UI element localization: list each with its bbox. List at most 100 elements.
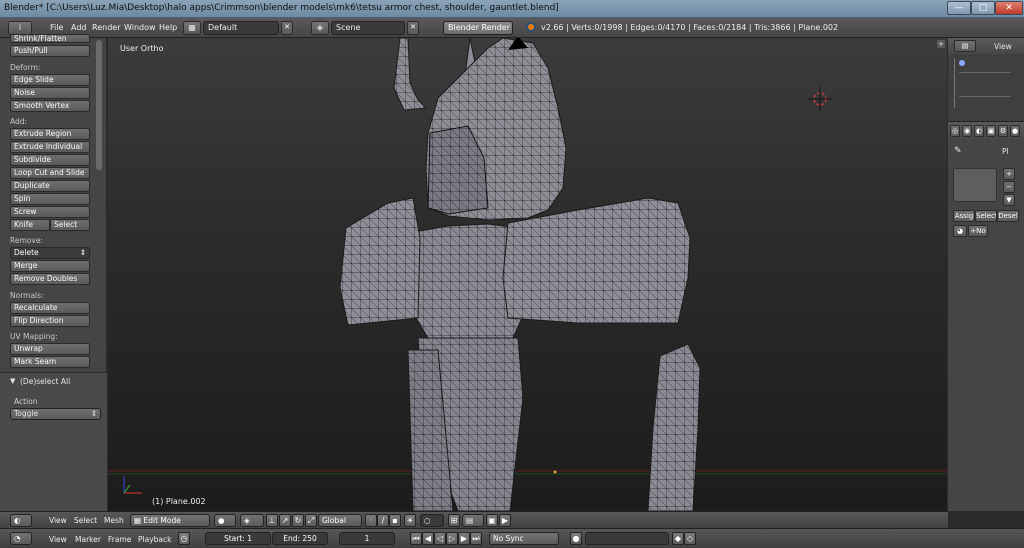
new-material-button[interactable]: +No (968, 225, 988, 237)
tool-shelf-scrollbar[interactable] (96, 40, 102, 170)
edge-select-icon[interactable]: / (377, 514, 389, 527)
action-select[interactable]: Toggle ⇕ (10, 408, 101, 420)
mesh-menu[interactable]: Mesh (104, 516, 124, 525)
menu-add[interactable]: Add (71, 23, 87, 32)
jump-keyframe-forward-icon[interactable]: ▶ (458, 532, 470, 545)
scene-tab-icon[interactable]: ◉ (962, 125, 972, 137)
material-slot-list[interactable] (953, 168, 997, 202)
pin-icon[interactable]: ✎ (954, 146, 962, 156)
extrude-individual-button[interactable]: Extrude Individual (10, 141, 90, 153)
edge-slide-button[interactable]: Edge Slide (10, 74, 90, 86)
mode-select[interactable]: ▦ Edit Mode (130, 514, 210, 527)
playback-menu[interactable]: Playback (138, 535, 171, 544)
timeline-editor-icon[interactable]: ◔ (10, 532, 32, 545)
mesh-canvas[interactable] (108, 38, 947, 511)
opengl-render-icon[interactable]: ▶ (499, 514, 511, 527)
translate-icon[interactable]: ↗ (279, 514, 291, 527)
screen-layout-icon[interactable]: ▦ (183, 21, 201, 35)
outliner-view-menu[interactable]: View (994, 42, 1012, 51)
viewport-corner-plus-icon[interactable]: + (937, 40, 945, 48)
render-preview-icon[interactable]: ▣ (486, 514, 498, 527)
duplicate-button[interactable]: Duplicate (10, 180, 90, 192)
preview-range-icon[interactable]: ◷ (178, 532, 190, 545)
deselect-material-button[interactable]: Desel (997, 210, 1019, 222)
select-menu[interactable]: Select (74, 516, 97, 525)
remove-doubles-button[interactable]: Remove Doubles (10, 273, 90, 285)
knife-button[interactable]: Knife (10, 219, 50, 231)
menu-help[interactable]: Help (159, 23, 177, 32)
modifier-tab-icon[interactable]: ⚙ (998, 125, 1008, 137)
mark-seam-button[interactable]: Mark Seam (10, 356, 90, 368)
armor-mesh[interactable] (339, 38, 701, 511)
menu-render[interactable]: Render (92, 23, 120, 32)
scene-field[interactable]: Scene (331, 21, 405, 35)
shading-select-icon[interactable]: ● (214, 514, 236, 527)
menu-file[interactable]: File (50, 23, 63, 32)
unwrap-button[interactable]: Unwrap (10, 343, 90, 355)
play-icon[interactable]: ▷ (446, 532, 458, 545)
current-frame-field[interactable]: 1 (339, 532, 395, 545)
panel-collapse-icon[interactable]: ▼ (10, 377, 15, 385)
remove-slot-button[interactable]: − (1003, 181, 1015, 193)
smooth-vertex-button[interactable]: Smooth Vertex (10, 100, 90, 112)
shrink-flatten-button[interactable]: Shrink/Flatten (10, 34, 90, 43)
record-icon[interactable]: ● (570, 532, 582, 545)
render-engine-select[interactable]: Blender Render (443, 21, 513, 35)
minimize-button[interactable]: — (947, 1, 971, 15)
keying-set-field[interactable] (585, 532, 669, 545)
flip-direction-button[interactable]: Flip Direction (10, 315, 90, 327)
spin-button[interactable]: Spin (10, 193, 90, 205)
view3d-editor-icon[interactable]: ◐ (10, 514, 32, 527)
end-frame-field[interactable]: End: 250 (272, 532, 328, 545)
object-tab-icon[interactable]: ▣ (986, 125, 996, 137)
limit-selection-icon[interactable]: ☀ (404, 514, 416, 527)
menu-window[interactable]: Window (124, 23, 156, 32)
scale-icon[interactable]: ⤢ (305, 514, 317, 527)
3d-viewport[interactable]: User Ortho (1) Plane.002 + (108, 38, 947, 511)
push-pull-button[interactable]: Push/Pull (10, 45, 90, 57)
subdivide-button[interactable]: Subdivide (10, 154, 90, 166)
jump-end-icon[interactable]: ⏭ (470, 532, 482, 545)
transform-orientation-select[interactable]: Global (318, 514, 362, 527)
face-select-icon[interactable]: ▪ (389, 514, 401, 527)
view-menu[interactable]: View (49, 516, 67, 525)
marker-menu[interactable]: Marker (75, 535, 101, 544)
screen-layout-field[interactable]: Default (203, 21, 279, 35)
delete-menu-button[interactable]: Delete ⇕ (10, 247, 90, 259)
outliner-tree-icon[interactable] (954, 58, 1016, 108)
merge-button[interactable]: Merge (10, 260, 90, 272)
jump-start-icon[interactable]: ⏮ (410, 532, 422, 545)
material-browse-icon[interactable]: ◕ (953, 225, 967, 237)
insert-keyframe-icon[interactable]: ◆ (672, 532, 684, 545)
close-button[interactable]: ✕ (995, 1, 1023, 15)
play-reverse-icon[interactable]: ◁ (434, 532, 446, 545)
proportional-edit-icon[interactable]: ○ (420, 514, 444, 527)
3d-cursor-icon[interactable] (808, 87, 832, 111)
slot-menu-button[interactable]: ▼ (1003, 194, 1015, 206)
world-tab-icon[interactable]: ◐ (974, 125, 984, 137)
loop-cut-and-slide-button[interactable]: Loop Cut and Slide (10, 167, 90, 179)
outliner-editor-icon[interactable]: ▤ (954, 40, 976, 52)
jump-keyframe-back-icon[interactable]: ◀ (422, 532, 434, 545)
screw-button[interactable]: Screw (10, 206, 90, 218)
noise-button[interactable]: Noise (10, 87, 90, 99)
frame-menu[interactable]: Frame (108, 535, 131, 544)
rotate-icon[interactable]: ↻ (292, 514, 304, 527)
assign-button[interactable]: Assig (953, 210, 975, 222)
recalculate-button[interactable]: Recalculate (10, 302, 90, 314)
info-editor-type-icon[interactable]: i (8, 21, 32, 35)
snap-icon[interactable]: ⊞ (448, 514, 460, 527)
timeline-view-menu[interactable]: View (49, 535, 67, 544)
manipulator-icon[interactable]: ⊥ (266, 514, 278, 527)
add-slot-button[interactable]: + (1003, 168, 1015, 180)
material-tab-icon[interactable]: ● (1010, 125, 1020, 137)
delete-keyframe-icon[interactable]: ◇ (684, 532, 696, 545)
snap-element-icon[interactable]: ▤ (462, 514, 484, 527)
scene-close-icon[interactable]: ✕ (407, 21, 419, 35)
sync-mode-select[interactable]: No Sync (489, 532, 559, 545)
extrude-region-button[interactable]: Extrude Region (10, 128, 90, 140)
pivot-select-icon[interactable]: ◈ (240, 514, 264, 527)
select-material-button[interactable]: Select (975, 210, 997, 222)
knife-select-button[interactable]: Select (50, 219, 90, 231)
vertex-select-icon[interactable]: · (365, 514, 377, 527)
